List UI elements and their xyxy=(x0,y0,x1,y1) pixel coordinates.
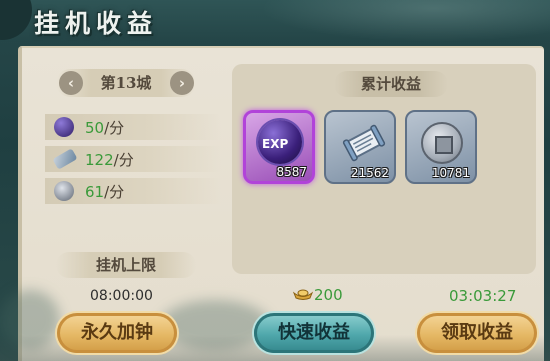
rate-text: 61/分 xyxy=(85,183,125,201)
chevron-right-icon[interactable]: › xyxy=(170,71,194,95)
rate-row-exp: 50/分 xyxy=(45,114,221,140)
rate-row-coin: 61/分 xyxy=(45,178,221,204)
reward-item-exp[interactable]: EXP 8587 xyxy=(243,110,315,184)
rate-text: 122/分 xyxy=(85,151,134,169)
page-title: 挂机收益 xyxy=(34,9,159,38)
rate-row-scroll: 122/分 xyxy=(45,146,221,172)
idle-rewards-screen: 挂机收益 ‹ 第13城 › 50/分 122/分 61/分 挂机上限 08:00… xyxy=(0,0,550,361)
quick-reward-cost: 200 xyxy=(314,286,343,304)
idle-limit-heading: 挂机上限 xyxy=(56,252,196,278)
city-label: 第13城 xyxy=(100,74,152,92)
exp-label: EXP xyxy=(262,137,289,151)
chevron-left-icon[interactable]: ‹ xyxy=(59,71,83,95)
item-count: 8587 xyxy=(276,165,307,179)
item-count: 21562 xyxy=(350,166,389,180)
reward-item-scroll[interactable]: 21562 xyxy=(324,110,396,184)
quick-reward-button[interactable]: 快速收益 xyxy=(254,313,374,353)
exp-orb-icon xyxy=(54,117,74,137)
idle-limit-time: 08:00:00 xyxy=(90,288,153,304)
header-bar: 挂机收益 xyxy=(0,0,550,42)
extend-time-button[interactable]: 永久加钟 xyxy=(57,313,177,353)
gold-ingot-icon xyxy=(293,289,313,300)
coin-icon xyxy=(421,122,463,164)
claim-reward-button[interactable]: 领取收益 xyxy=(417,313,537,353)
scroll-icon xyxy=(342,124,386,162)
rate-text: 50/分 xyxy=(85,119,125,137)
reward-timer: 03:03:27 xyxy=(449,287,517,305)
scroll-icon xyxy=(52,148,78,170)
rewards-heading: 累计收益 xyxy=(334,71,448,97)
reward-item-coin[interactable]: 10781 xyxy=(405,110,477,184)
coin-icon xyxy=(54,181,74,201)
item-count: 10781 xyxy=(431,166,470,180)
